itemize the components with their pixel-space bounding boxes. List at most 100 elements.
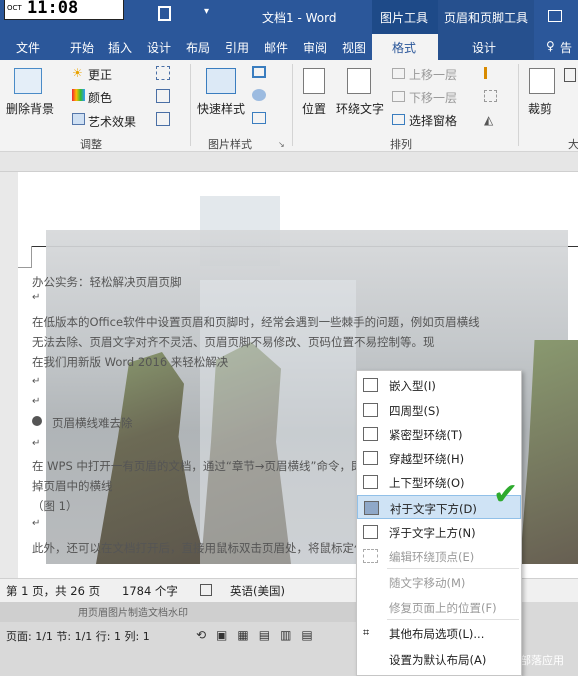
picture-layout-icon[interactable] xyxy=(252,112,266,124)
menu-item-edit-wrap-points[interactable]: 编辑环绕顶点(E) xyxy=(357,544,521,568)
tab-format-label: 格式 xyxy=(392,41,417,55)
tab-review[interactable]: 审阅 xyxy=(303,39,327,56)
menu-item-set-default-layout[interactable]: 设置为默认布局(A) xyxy=(357,647,521,671)
paragraph-mark: ↵ xyxy=(32,376,41,387)
tab-file[interactable]: 文件 xyxy=(16,39,40,56)
group-divider xyxy=(292,64,293,146)
crop-button[interactable]: 裁剪 xyxy=(528,100,552,117)
title-bar: OCT 11:08 ▾ 文档1 - Word 图片工具 页眉和页脚工具 xyxy=(0,0,578,34)
wrap-top-bottom-icon xyxy=(363,475,378,489)
wrap-square-icon xyxy=(363,403,378,417)
menu-item-through[interactable]: 穿越型环绕(H) xyxy=(357,446,521,470)
menu-item-move-with-text[interactable]: 随文字移动(M) xyxy=(357,570,521,594)
tab-view[interactable]: 视图 xyxy=(342,39,366,56)
tab-layout[interactable]: 布局 xyxy=(186,39,210,56)
menu-separator xyxy=(387,619,519,620)
clock-badge: OCT xyxy=(7,4,22,12)
language-indicator[interactable]: 英语(美国) xyxy=(230,583,285,599)
doc-line: （图 1） xyxy=(32,499,78,513)
remove-background-icon[interactable] xyxy=(14,68,42,94)
picture-border-icon[interactable] xyxy=(252,66,266,78)
word-count[interactable]: 1784 个字 xyxy=(122,583,178,599)
dialog-launcher-icon[interactable]: ↘ xyxy=(278,140,285,149)
wrap-inline-icon xyxy=(363,378,378,392)
paragraph-mark: ↵ xyxy=(32,396,41,407)
wrap-text-icon[interactable] xyxy=(347,68,371,94)
picture-tools-context: 图片工具 xyxy=(372,0,438,34)
adjust-group-label: 调整 xyxy=(80,138,102,151)
save-icon[interactable] xyxy=(94,6,107,19)
bring-forward-icon[interactable] xyxy=(392,68,405,79)
picture-tools-label: 图片工具 xyxy=(380,11,429,25)
crop-icon[interactable] xyxy=(529,68,555,94)
send-backward-button[interactable]: 下移一层 xyxy=(409,89,457,106)
color-icon[interactable] xyxy=(72,89,85,101)
artistic-effects-button[interactable]: 艺术效果 xyxy=(88,113,136,130)
caption-text: 用页眉图片制造文档水印 xyxy=(78,608,188,619)
wrap-in-front-icon xyxy=(363,525,378,539)
document-title: 文档1 - Word xyxy=(262,11,337,25)
menu-item-tight[interactable]: 紧密型环绕(T) xyxy=(357,422,521,446)
compress-pictures-icon[interactable] xyxy=(156,66,170,80)
wrap-behind-text-icon xyxy=(364,501,379,515)
bring-forward-button[interactable]: 上移一层 xyxy=(409,66,457,83)
header-footer-tools-label: 页眉和页脚工具 xyxy=(444,11,529,25)
tell-me-box[interactable]: 告 xyxy=(560,39,572,56)
paragraph-mark: ↵ xyxy=(32,292,41,303)
wrap-tight-icon xyxy=(363,427,378,441)
toolbar-icons: ⟲▣▦▤▥▤ xyxy=(196,628,323,642)
ruler-bar xyxy=(0,152,578,172)
group-icon[interactable] xyxy=(484,90,497,102)
page-count[interactable]: 第 1 页，共 26 页 xyxy=(6,583,100,599)
tab-insert[interactable]: 插入 xyxy=(108,39,132,56)
edit-wrap-points-icon xyxy=(363,549,378,563)
wrap-through-icon xyxy=(363,451,378,465)
send-backward-icon[interactable] xyxy=(392,91,405,102)
rotate-icon[interactable]: ◭ xyxy=(484,113,493,127)
wrap-text-button[interactable]: 环绕文字 xyxy=(336,100,384,117)
corrections-icon[interactable]: ☀ xyxy=(72,66,83,80)
picture-effects-icon[interactable] xyxy=(252,89,266,101)
account-icon[interactable] xyxy=(548,10,562,22)
quick-styles-icon[interactable] xyxy=(206,68,236,94)
size-height-icon[interactable] xyxy=(564,68,576,82)
lightbulb-icon[interactable]: ♀ xyxy=(546,39,555,53)
corrections-button[interactable]: 更正 xyxy=(88,66,112,83)
tab-hf-design[interactable]: 设计 xyxy=(438,34,534,60)
color-button[interactable]: 颜色 xyxy=(88,89,112,106)
menu-item-square[interactable]: 四周型(S) xyxy=(357,398,521,422)
doc-line: 无法去除、页眉文字对齐不灵活、页眉页脚不易修改、页码位置不易控制等。现 xyxy=(32,335,435,349)
align-icon[interactable] xyxy=(484,67,497,79)
tab-format[interactable]: 格式 xyxy=(372,34,438,60)
menu-separator xyxy=(387,568,519,569)
size-group-label: 大 xyxy=(568,138,578,151)
menu-item-fix-position[interactable]: 修复页面上的位置(F) xyxy=(357,595,521,619)
menu-item-more-layout-options[interactable]: ⌗ 其他布局选项(L)... xyxy=(357,621,521,645)
print-preview-icon[interactable] xyxy=(158,6,171,21)
doc-title-line: 办公实务：轻松解决页眉页脚 xyxy=(32,275,182,289)
position-button[interactable]: 位置 xyxy=(302,100,326,117)
position-icon[interactable] xyxy=(303,68,325,94)
quick-styles-button[interactable]: 快速样式 xyxy=(197,100,245,117)
reset-picture-icon[interactable] xyxy=(156,112,170,126)
tab-mailings[interactable]: 邮件 xyxy=(264,39,288,56)
doc-line: 在低版本的Office软件中设置页眉和页脚时，经常会遇到一些棘手的问题，例如页眉… xyxy=(32,315,480,329)
doc-line: 掉页眉中的横线 xyxy=(32,479,113,493)
artistic-effects-icon[interactable] xyxy=(72,113,85,125)
checkmark-icon: ✔ xyxy=(493,477,519,512)
arrange-group-label: 排列 xyxy=(390,138,412,151)
selection-pane-icon[interactable] xyxy=(392,114,405,125)
selection-pane-button[interactable]: 选择窗格 xyxy=(409,112,457,129)
remove-background-button[interactable]: 删除背景 xyxy=(6,100,54,117)
proofing-icon[interactable] xyxy=(200,584,212,596)
qat-dropdown-icon[interactable]: ▾ xyxy=(204,6,209,17)
tab-design[interactable]: 设计 xyxy=(147,39,171,56)
menu-item-inline[interactable]: 嵌入型(I) xyxy=(357,373,521,397)
menu-item-in-front-of-text[interactable]: 浮于文字上方(N) xyxy=(357,520,521,544)
change-picture-icon[interactable] xyxy=(156,89,170,103)
ribbon-format: 删除背景 ☀ 更正 颜色 艺术效果 调整 快速样式 图片样式 ↘ 位置 环绕文字… xyxy=(0,60,578,152)
picture-styles-group-label: 图片样式 xyxy=(208,138,252,151)
group-divider xyxy=(190,64,191,146)
tab-references[interactable]: 引用 xyxy=(225,39,249,56)
tab-home[interactable]: 开始 xyxy=(70,39,94,56)
